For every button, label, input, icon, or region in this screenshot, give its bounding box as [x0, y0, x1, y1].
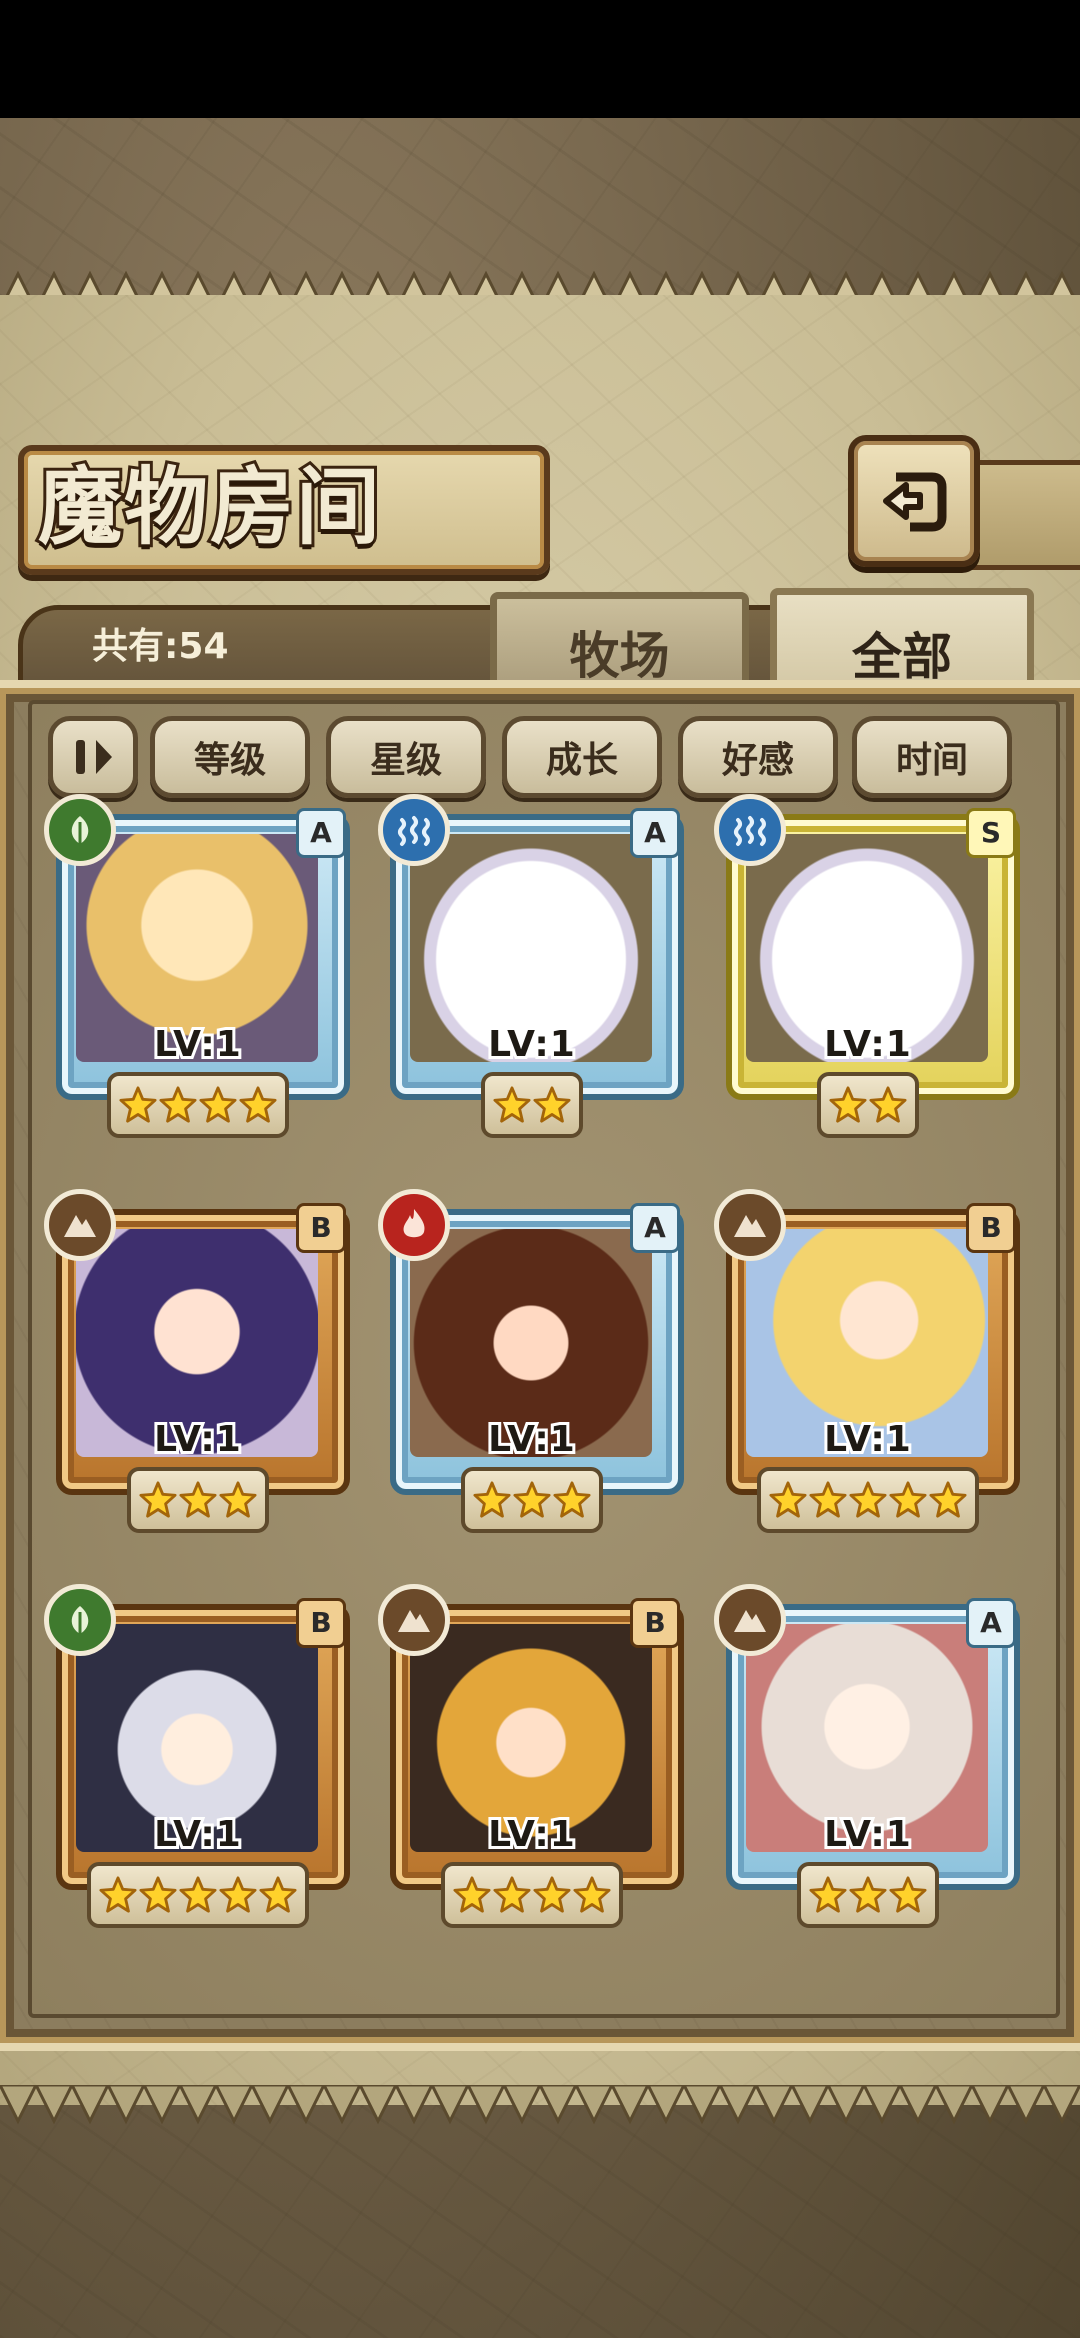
- level-label: LV:1: [821, 1811, 914, 1858]
- level-label: LV:1: [821, 1416, 914, 1463]
- rank-badge: A: [630, 808, 680, 858]
- rank-badge: S: [966, 808, 1016, 858]
- star-icon: [259, 1876, 297, 1914]
- star-icon: [869, 1086, 907, 1124]
- star-icon: [533, 1876, 571, 1914]
- fire-element-icon: [378, 1189, 450, 1261]
- star-icon: [473, 1481, 511, 1519]
- star-icon: [139, 1876, 177, 1914]
- star-icon: [219, 1876, 257, 1914]
- star-icon: [139, 1481, 177, 1519]
- level-label: LV:1: [485, 1021, 578, 1068]
- star-icon: [769, 1481, 807, 1519]
- monster-card[interactable]: B LV:1: [44, 1189, 350, 1533]
- rank-badge: A: [296, 808, 346, 858]
- monster-card[interactable]: S LV:1: [714, 794, 1020, 1138]
- star-icon: [553, 1481, 591, 1519]
- star-rating: [87, 1862, 309, 1928]
- monster-card[interactable]: A LV:1: [44, 794, 350, 1138]
- star-rating: [481, 1072, 583, 1138]
- water-element-icon: [378, 794, 450, 866]
- star-icon: [849, 1876, 887, 1914]
- monster-card[interactable]: B LV:1: [714, 1189, 1020, 1533]
- earth-element-icon: [714, 1584, 786, 1656]
- level-label: LV:1: [151, 1811, 244, 1858]
- star-icon: [239, 1086, 277, 1124]
- star-rating: [817, 1072, 919, 1138]
- sort-growth-button[interactable]: 成长: [502, 716, 662, 798]
- sort-order-button[interactable]: [48, 716, 138, 798]
- star-rating: [107, 1072, 289, 1138]
- wood-element-icon: [44, 1584, 116, 1656]
- monster-card[interactable]: A LV:1: [378, 794, 684, 1138]
- page-title: 魔物房间: [35, 454, 383, 559]
- star-icon: [573, 1876, 611, 1914]
- star-rating: [441, 1862, 623, 1928]
- star-icon: [493, 1086, 531, 1124]
- rank-badge: A: [630, 1203, 680, 1253]
- star-icon: [809, 1876, 847, 1914]
- rank-badge: B: [296, 1598, 346, 1648]
- level-label: LV:1: [485, 1416, 578, 1463]
- star-rating: [797, 1862, 939, 1928]
- star-icon: [199, 1086, 237, 1124]
- star-icon: [119, 1086, 157, 1124]
- star-icon: [179, 1876, 217, 1914]
- star-icon: [889, 1876, 927, 1914]
- star-rating: [127, 1467, 269, 1533]
- star-icon: [99, 1876, 137, 1914]
- water-element-icon: [714, 794, 786, 866]
- star-icon: [179, 1481, 217, 1519]
- back-button[interactable]: [848, 435, 980, 567]
- star-icon: [159, 1086, 197, 1124]
- monster-card[interactable]: A LV:1: [378, 1189, 684, 1533]
- earth-element-icon: [714, 1189, 786, 1261]
- back-arrow-icon: [883, 472, 947, 532]
- earth-element-icon: [378, 1584, 450, 1656]
- status-bar: [0, 0, 1080, 118]
- level-label: LV:1: [151, 1416, 244, 1463]
- sort-order-icon: [76, 740, 112, 774]
- earth-element-icon: [44, 1189, 116, 1261]
- level-label: LV:1: [821, 1021, 914, 1068]
- monster-card[interactable]: B LV:1: [44, 1584, 350, 1928]
- rank-badge: A: [966, 1598, 1016, 1648]
- sort-affection-button[interactable]: 好感: [678, 716, 838, 798]
- level-label: LV:1: [485, 1811, 578, 1858]
- level-label: LV:1: [151, 1021, 244, 1068]
- monster-card[interactable]: A LV:1: [714, 1584, 1020, 1928]
- sort-time-button[interactable]: 时间: [852, 716, 1012, 798]
- star-icon: [809, 1481, 847, 1519]
- star-icon: [849, 1481, 887, 1519]
- rank-badge: B: [630, 1598, 680, 1648]
- sort-level-button[interactable]: 等级: [150, 716, 310, 798]
- parchment-edge-bottom: [0, 2085, 1080, 2125]
- star-icon: [929, 1481, 967, 1519]
- rank-badge: B: [296, 1203, 346, 1253]
- star-icon: [219, 1481, 257, 1519]
- sort-stars-button[interactable]: 星级: [326, 716, 486, 798]
- wood-element-icon: [44, 794, 116, 866]
- monster-card[interactable]: B LV:1: [378, 1584, 684, 1928]
- rank-badge: B: [966, 1203, 1016, 1253]
- monster-count: 共有:54: [92, 626, 229, 667]
- star-icon: [453, 1876, 491, 1914]
- star-icon: [829, 1086, 867, 1124]
- star-icon: [533, 1086, 571, 1124]
- star-icon: [493, 1876, 531, 1914]
- star-icon: [889, 1481, 927, 1519]
- star-rating: [461, 1467, 603, 1533]
- star-rating: [757, 1467, 979, 1533]
- game-screen: 魔物房间 共有:54 牧场 全部 等级 星级 成长 好感 时间 A LV:1 A LV…: [0, 0, 1080, 2338]
- star-icon: [513, 1481, 551, 1519]
